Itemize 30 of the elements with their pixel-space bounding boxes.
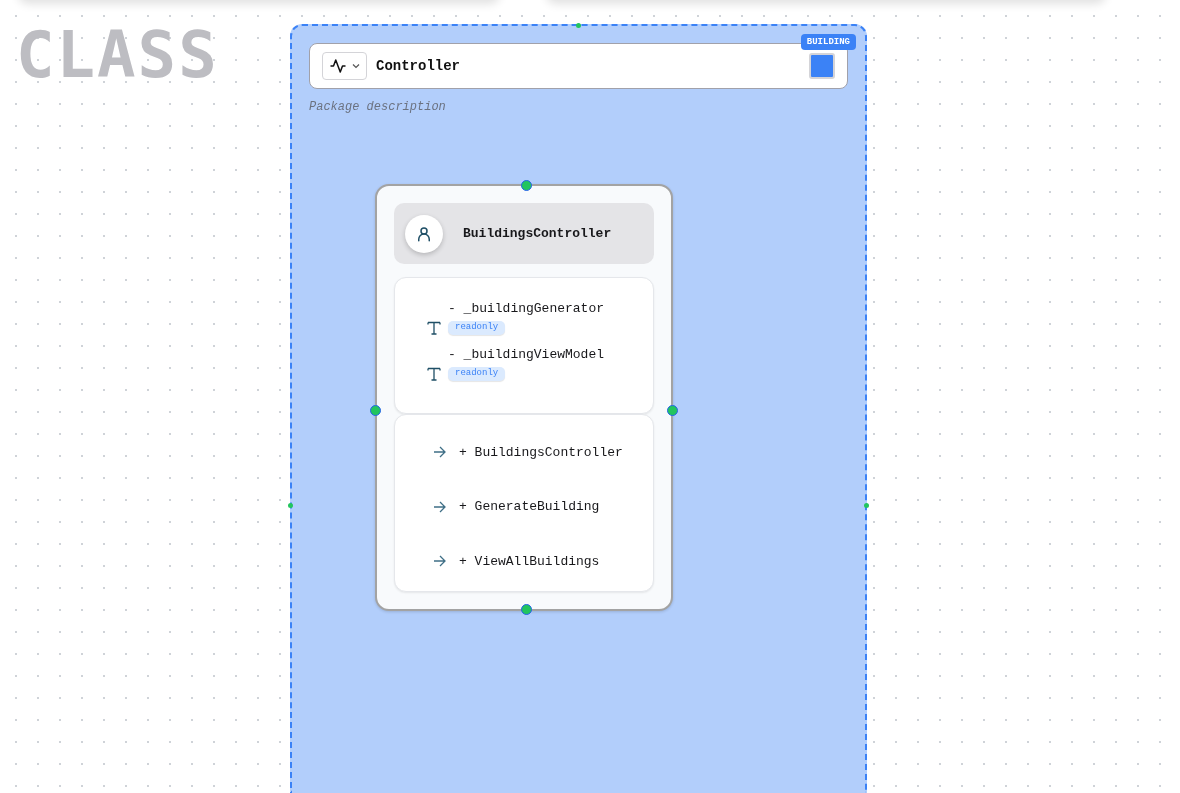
package-name: Controller [376,58,461,74]
arrow-right-icon [433,500,446,513]
connection-handle[interactable] [576,23,581,28]
arrow-right-icon [433,446,446,458]
activity-icon [329,57,347,75]
connection-handle[interactable] [667,405,678,416]
canvas-label: CLASS [16,18,219,92]
attribute-name: - _buildingGenerator [448,301,605,316]
avatar-button[interactable] [405,214,443,253]
attribute-name: - _buildingViewModel [448,347,605,362]
method-name: + BuildingsController [459,444,623,460]
modifier-tag: readonly [448,321,506,335]
chevron-down-icon [352,63,360,69]
connection-handle[interactable] [521,180,532,191]
color-swatch[interactable] [809,53,835,79]
text-type-icon [427,367,441,381]
method-name: + ViewAllBuildings [459,553,600,569]
text-type-icon [427,321,441,335]
arrow-right-icon [433,555,446,567]
connection-handle[interactable] [288,503,293,508]
method-name: + GenerateBuilding [459,499,600,514]
modifier-tag: readonly [448,367,506,381]
package-description: Package description [309,100,446,114]
connection-handle[interactable] [864,503,869,508]
class-name: BuildingsController [463,226,612,241]
connection-handle[interactable] [370,405,381,416]
person-icon [415,224,433,243]
icon-picker-button[interactable] [322,52,367,80]
connection-handle[interactable] [521,604,532,615]
package-badge: BUILDING [800,34,856,50]
